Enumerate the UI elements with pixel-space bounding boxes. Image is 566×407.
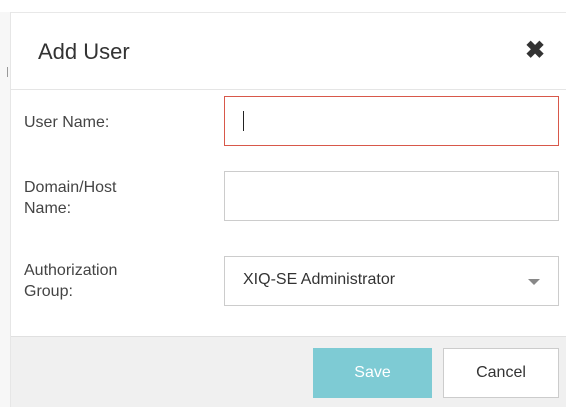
authorization-group-row: Authorization Group: XIQ-SE Administrato…: [11, 256, 566, 306]
rail-marker: [7, 67, 8, 77]
domain-host-input[interactable]: [224, 171, 559, 221]
user-name-input[interactable]: [224, 96, 559, 146]
dialog-header: Add User ✖: [11, 13, 566, 90]
save-button[interactable]: Save: [313, 348, 432, 398]
add-user-dialog: Add User ✖ User Name: Domain/Host Name: …: [0, 0, 566, 407]
domain-host-row: Domain/Host Name:: [11, 171, 566, 221]
dialog-title: Add User: [38, 39, 130, 64]
domain-host-label: Domain/Host Name:: [24, 177, 116, 219]
text-caret: [243, 111, 244, 131]
chevron-down-icon: [528, 279, 540, 285]
dialog-footer: Save Cancel: [11, 336, 566, 407]
authorization-group-label-line1: Authorization: [24, 262, 118, 279]
domain-host-label-line2: Name:: [24, 200, 72, 217]
close-icon[interactable]: ✖: [524, 38, 546, 64]
user-name-row: User Name:: [11, 96, 566, 146]
authorization-group-label: Authorization Group:: [24, 260, 117, 302]
window-top-strip: [0, 0, 566, 13]
user-name-label: User Name:: [24, 114, 110, 131]
cancel-button[interactable]: Cancel: [443, 348, 559, 398]
background-rail: [0, 12, 11, 407]
domain-host-label-line1: Domain/Host: [24, 179, 117, 196]
authorization-group-select[interactable]: XIQ-SE Administrator: [224, 256, 559, 306]
authorization-group-label-line2: Group:: [24, 283, 73, 300]
authorization-group-selected-value: XIQ-SE Administrator: [243, 271, 396, 288]
